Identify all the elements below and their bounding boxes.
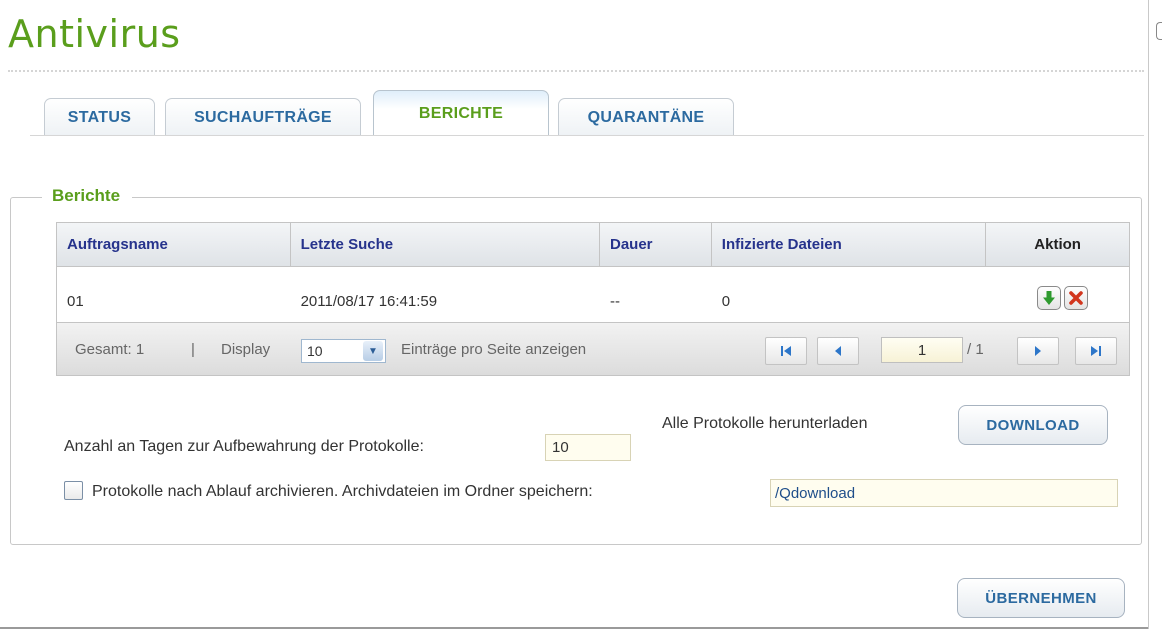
table-header: Auftragsname Letzte Suche Dauer Infizier… [57, 223, 1129, 267]
next-page-icon [1035, 346, 1041, 356]
tab-bar: STATUS SUCHAUFTRÄGE BERICHTE QUARANTÄNE [44, 90, 744, 136]
cell-infected-files: 0 [721, 293, 731, 310]
cell-duration: -- [609, 293, 620, 310]
cell-job-name: 01 [67, 293, 84, 310]
chevron-down-icon[interactable]: ▼ [363, 341, 383, 361]
tab-berichte[interactable]: BERICHTE [373, 90, 549, 136]
pager-separator: | [191, 341, 195, 358]
last-page-icon [1091, 346, 1101, 356]
window-edge [1148, 0, 1162, 629]
column-header-infected-files[interactable]: Infizierte Dateien [712, 223, 987, 266]
archive-label: Protokolle nach Ablauf archivieren. Arch… [92, 483, 593, 500]
first-page-button[interactable] [765, 337, 807, 365]
reports-table: Auftragsname Letzte Suche Dauer Infizier… [56, 222, 1130, 376]
per-page-select[interactable]: 10 ▼ [301, 339, 386, 363]
column-header-action: Aktion [1034, 236, 1081, 253]
total-count: Gesamt: 1 [75, 341, 145, 358]
apply-button[interactable]: ÜBERNEHMEN [957, 578, 1125, 618]
tab-quarantaene[interactable]: QUARANTÄNE [558, 98, 734, 136]
download-all-label: Alle Protokolle herunterladen [662, 415, 868, 432]
page-number-input[interactable]: 1 [881, 337, 963, 363]
total-pages: / 1 [967, 341, 984, 358]
previous-page-button[interactable] [817, 337, 859, 365]
title-divider [8, 70, 1144, 72]
tab-status[interactable]: STATUS [44, 98, 155, 136]
delete-icon [1069, 290, 1083, 305]
previous-page-icon [835, 346, 841, 356]
archive-folder-input[interactable]: /Qdownload [770, 479, 1118, 507]
retention-days-input[interactable]: 10 [545, 434, 631, 461]
tab-suchauftraege[interactable]: SUCHAUFTRÄGE [165, 98, 361, 136]
download-icon [1043, 290, 1056, 305]
window-edge-handle [1156, 22, 1162, 40]
action-icon-group [996, 285, 1129, 310]
cell-actions [986, 267, 1129, 322]
delete-report-button[interactable] [1064, 285, 1089, 310]
next-page-button[interactable] [1017, 337, 1059, 365]
download-report-button[interactable] [1037, 285, 1062, 310]
per-page-suffix: Einträge pro Seite anzeigen [401, 341, 587, 358]
cell-last-scan: 2011/08/17 16:41:59 [300, 293, 438, 310]
tab-baseline [30, 135, 1144, 136]
download-button[interactable]: DOWNLOAD [958, 405, 1108, 445]
last-page-button[interactable] [1075, 337, 1117, 365]
first-page-icon [781, 346, 791, 356]
column-header-duration[interactable]: Dauer [600, 223, 712, 266]
per-page-value: 10 [307, 343, 323, 359]
column-header-job-name[interactable]: Auftragsname [57, 223, 291, 266]
column-header-last-scan[interactable]: Letzte Suche [291, 223, 600, 266]
pagination-bar: Gesamt: 1 | Display 10 ▼ Einträge pro Se… [57, 323, 1129, 375]
section-legend: Berichte [42, 186, 133, 206]
archive-checkbox[interactable] [64, 481, 83, 500]
display-label: Display [221, 341, 271, 358]
table-row[interactable]: 01 2011/08/17 16:41:59 -- 0 [57, 267, 1129, 323]
page-title: Antivirus [8, 12, 181, 56]
retention-days-label: Anzahl an Tagen zur Aufbewahrung der Pro… [64, 438, 424, 455]
